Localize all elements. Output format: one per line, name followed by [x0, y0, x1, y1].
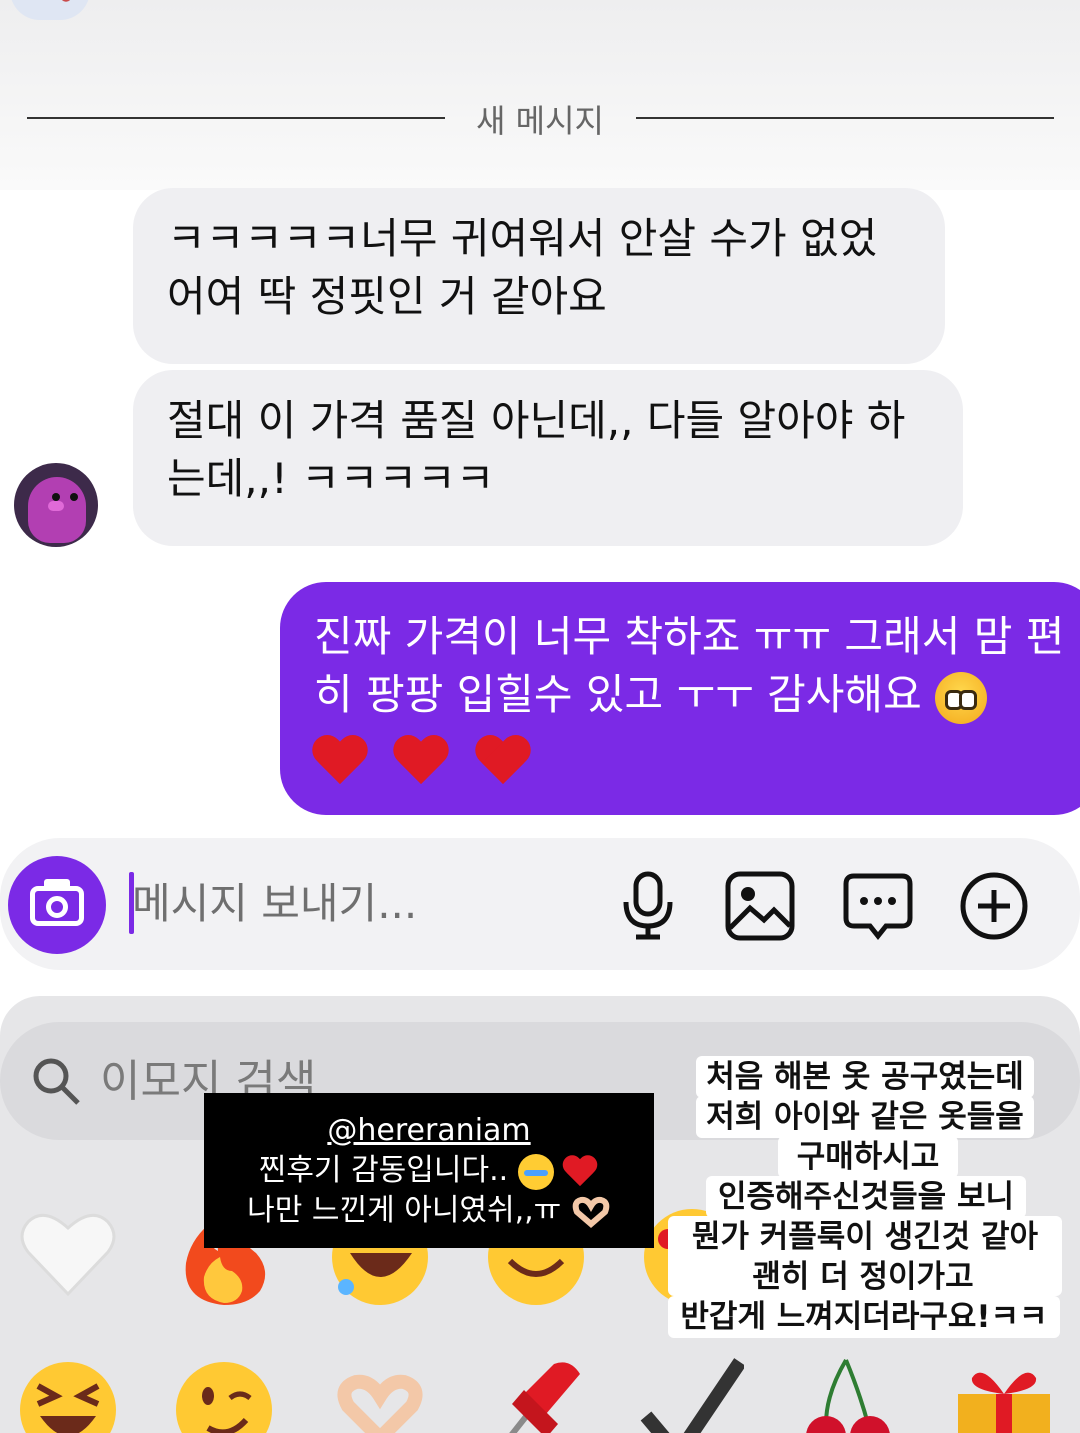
- check-mark-icon[interactable]: [640, 1358, 744, 1433]
- squinting-face-icon[interactable]: [16, 1358, 120, 1433]
- sticker-icon[interactable]: [842, 870, 914, 942]
- sender-avatar[interactable]: [14, 463, 98, 547]
- story-caption-line: 저희 아이와 같은 옷들을: [696, 1096, 1034, 1138]
- red-heart-icon: [477, 736, 533, 788]
- outgoing-message[interactable]: 진짜 가격이 너무 착하죠 ㅠㅠ 그래서 맘 편히 팡팡 입힐수 있고 ㅜㅜ 감…: [280, 582, 1080, 815]
- story-caption-line: 처음 해본 옷 공구였는데: [696, 1056, 1034, 1098]
- pushpin-icon[interactable]: [484, 1354, 588, 1433]
- red-heart-icon: [395, 736, 451, 788]
- gift-icon[interactable]: [952, 1354, 1056, 1433]
- message-text: ㅋㅋㅋㅋㅋ너무 귀여워서 안살 수가 없었어여 딱 정핏인 거 같아요: [167, 214, 878, 321]
- story-caption-black: @hereraniam 찐후기 감동입니다.. 나만 느낀게 아니였쉬,,ㅠ: [204, 1093, 654, 1248]
- divider-line-left: [27, 117, 445, 119]
- message-text: 절대 이 가격 품질 아닌데,, 다들 알아야 하는데,,! ㅋㅋㅋㅋㅋ: [167, 396, 906, 503]
- pleading-face-icon: [935, 671, 988, 724]
- chat-background: [0, 0, 1080, 190]
- microphone-icon[interactable]: [612, 870, 684, 942]
- caption-line: 나만 느낀게 아니였쉬,,ㅠ: [204, 1191, 654, 1231]
- story-caption-line: 반갑게 느껴지더라구요!ㅋㅋ: [668, 1296, 1060, 1338]
- story-caption-line: 인증해주신것들을 보니: [706, 1176, 1026, 1218]
- incoming-message[interactable]: 절대 이 가격 품질 아닌데,, 다들 알아야 하는데,,! ㅋㅋㅋㅋㅋ: [133, 370, 963, 546]
- message-input[interactable]: [132, 870, 572, 936]
- new-message-divider: 새 메시지: [476, 102, 604, 140]
- hearts-row: [314, 730, 1066, 788]
- white-heart-icon[interactable]: [16, 1202, 120, 1306]
- heart-hands-icon: [572, 1196, 610, 1228]
- mention-handle[interactable]: @hereraniam: [204, 1111, 654, 1151]
- caption-line: 찐후기 감동입니다..: [204, 1151, 654, 1191]
- winking-face-icon[interactable]: [172, 1358, 276, 1433]
- divider-line-right: [636, 117, 1054, 119]
- gallery-icon[interactable]: [724, 870, 796, 942]
- incoming-message[interactable]: ㅋㅋㅋㅋㅋ너무 귀여워서 안살 수가 없었어여 딱 정핏인 거 같아요: [133, 188, 945, 364]
- red-heart-icon: [314, 736, 370, 788]
- cherries-icon[interactable]: [796, 1354, 900, 1433]
- red-heart-icon: [563, 1156, 599, 1188]
- add-icon[interactable]: [958, 870, 1030, 942]
- loudly-crying-face-icon: [517, 1153, 554, 1190]
- story-caption-line: 구매하시고: [778, 1136, 958, 1178]
- search-icon: [33, 1058, 80, 1105]
- camera-button[interactable]: [8, 856, 106, 954]
- story-caption-line: 괜히 더 정이가고: [740, 1256, 986, 1298]
- heart-hands-icon[interactable]: [328, 1358, 432, 1433]
